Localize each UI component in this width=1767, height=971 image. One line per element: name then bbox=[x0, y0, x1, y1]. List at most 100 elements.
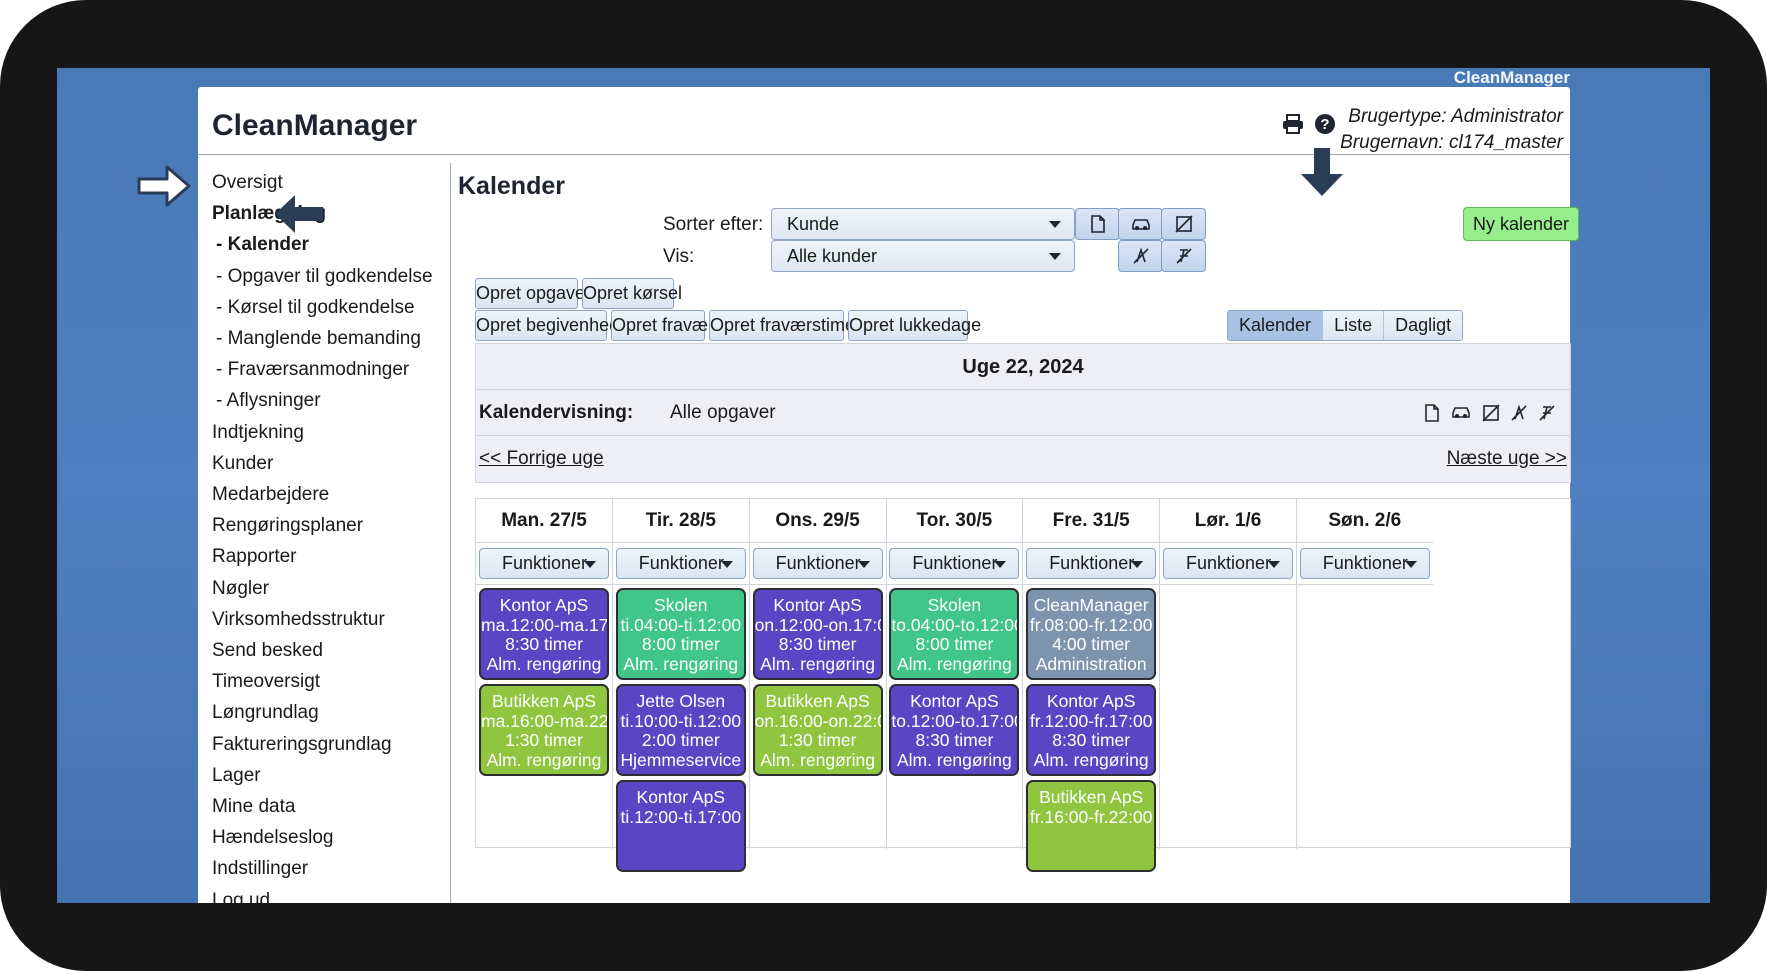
sidebar-item-21[interactable]: Hændelseslog bbox=[212, 822, 448, 853]
event-line: fr.16:00-fr.22:00 bbox=[1029, 806, 1153, 827]
printer-icon[interactable] bbox=[1281, 112, 1305, 136]
functions-dropdown[interactable]: Funktioner bbox=[1163, 548, 1293, 579]
chevron-down-icon bbox=[1131, 561, 1144, 568]
functions-dropdown[interactable]: Funktioner bbox=[752, 548, 883, 579]
sort-select-value: Kunde bbox=[787, 214, 840, 234]
page-title: Kalender bbox=[458, 172, 565, 200]
view-select[interactable]: Alle kunder bbox=[771, 240, 1075, 272]
create-absence-button[interactable]: Opret fravær bbox=[611, 310, 714, 341]
functions-dropdown[interactable]: Funktioner bbox=[479, 548, 609, 579]
sidebar-item-1[interactable]: Planlægning bbox=[212, 198, 448, 229]
sidebar-item-19[interactable]: Lager bbox=[212, 760, 448, 791]
calendar-event[interactable]: Butikken ApS on.16:00-on.22:00 1:30 timer A… bbox=[752, 684, 883, 776]
functions-label: Funktioner bbox=[1322, 553, 1408, 573]
functions-dropdown[interactable]: Funktioner bbox=[615, 548, 746, 579]
sidebar-item-18[interactable]: Faktureringsgrundlag bbox=[212, 729, 448, 760]
day-column: Tir. 28/5 Funktioner Skolen ti.04:00-ti.12:… bbox=[612, 499, 750, 872]
sidebar-item-2[interactable]: - Kalender bbox=[212, 229, 448, 260]
absence-icon[interactable] bbox=[1482, 404, 1500, 422]
car-icon[interactable] bbox=[1450, 404, 1472, 420]
event-line: ma.16:00-ma.22:00 bbox=[481, 710, 609, 731]
event-line: Alm. rengøring bbox=[760, 749, 875, 770]
day-header: Ons. 29/5 bbox=[749, 499, 886, 543]
event-line: fr.08:00-fr.12:00 bbox=[1029, 614, 1153, 635]
filter-driving-button[interactable] bbox=[1118, 208, 1163, 240]
sidebar-item-4[interactable]: - Kørsel til godkendelse bbox=[212, 292, 448, 323]
sidebar-item-23[interactable]: Log ud bbox=[212, 885, 448, 903]
sidebar-item-11[interactable]: Rengøringsplaner bbox=[212, 510, 448, 541]
event-line: ti.12:00-ti.17:00 bbox=[620, 806, 742, 827]
event-line: to.04:00-to.12:00 bbox=[891, 614, 1020, 635]
hours-off-icon[interactable] bbox=[1538, 404, 1556, 422]
new-calendar-button[interactable]: Ny kalender bbox=[1463, 207, 1579, 241]
event-line: 2:00 timer bbox=[641, 730, 720, 750]
closed-icon[interactable] bbox=[1510, 404, 1528, 422]
create-event-button[interactable]: Opret begivenhed bbox=[475, 310, 619, 341]
arrow-right-icon bbox=[137, 165, 191, 207]
sidebar-item-3[interactable]: - Opgaver til godkendelse bbox=[212, 261, 448, 292]
sidebar-item-9[interactable]: Kunder bbox=[212, 448, 448, 479]
view-tabs: Kalender Liste Dagligt bbox=[1227, 310, 1464, 341]
event-line: Administration bbox=[1035, 653, 1147, 674]
calendar-event[interactable]: Kontor ApS ti.12:00-ti.17:00 bbox=[615, 780, 746, 872]
day-header: Fre. 31/5 bbox=[1023, 499, 1160, 543]
create-task-button[interactable]: Opret opgave bbox=[475, 278, 585, 309]
sidebar-item-5[interactable]: - Manglende bemanding bbox=[212, 323, 448, 354]
functions-dropdown[interactable]: Funktioner bbox=[889, 548, 1020, 579]
sidebar-item-8[interactable]: Indtjekning bbox=[212, 417, 448, 448]
tab-kalender[interactable]: Kalender bbox=[1228, 311, 1324, 340]
calendar-event[interactable]: Jette Olsen ti.10:00-ti.12:00 2:00 timer Hj… bbox=[615, 684, 746, 776]
filter-closed-days-button[interactable] bbox=[1118, 240, 1163, 272]
day-column: Søn. 2/6 Funktioner bbox=[1296, 499, 1433, 849]
sidebar-item-6[interactable]: - Fraværsanmodninger bbox=[212, 354, 448, 385]
functions-dropdown[interactable]: Funktioner bbox=[1026, 548, 1157, 579]
document-icon[interactable] bbox=[1424, 404, 1440, 422]
week-title-row: Uge 22, 2024 bbox=[476, 344, 1570, 390]
calendar-event[interactable]: Butikken ApS fr.16:00-fr.22:00 bbox=[1026, 780, 1157, 872]
calendar-event[interactable]: Skolen ti.04:00-ti.12:00 8:00 timer Alm. re… bbox=[615, 588, 746, 680]
create-driving-button[interactable]: Opret kørsel bbox=[582, 278, 682, 309]
sidebar-item-16[interactable]: Timeoversigt bbox=[212, 666, 448, 697]
view-select-value: Alle kunder bbox=[787, 246, 878, 266]
calendar-event[interactable]: Kontor ApS on.12:00-on.17:00 8:30 timer Alm… bbox=[752, 588, 883, 680]
calendar-event[interactable]: Kontor ApSma.12:00-ma.17:008:30 timerAlm… bbox=[479, 588, 609, 680]
create-absence-hours-button[interactable]: Opret fraværstimer bbox=[709, 310, 861, 341]
sidebar-item-12[interactable]: Rapporter bbox=[212, 541, 448, 572]
calendar-event[interactable]: Kontor ApS to.12:00-to.17:00 8:30 timer Alm… bbox=[889, 684, 1020, 776]
week-calendar-grid: Man. 27/5 Funktioner Kontor ApS ma.12:00-ma… bbox=[475, 498, 1571, 872]
filter-tasks-button[interactable] bbox=[1075, 208, 1120, 240]
calendar-event[interactable]: Kontor ApS fr.12:00-fr.17:00 8:30 timer Alm… bbox=[1026, 684, 1157, 776]
prev-week-link[interactable]: << Forrige uge bbox=[479, 448, 604, 470]
create-closed-days-button[interactable]: Opret lukkedage bbox=[848, 310, 981, 341]
sidebar-item-0[interactable]: Oversigt bbox=[212, 167, 448, 198]
day-functions-cell: Funktioner bbox=[1296, 543, 1433, 585]
filter-absence-button[interactable] bbox=[1161, 208, 1206, 240]
filter-absence-hours-button[interactable] bbox=[1161, 240, 1206, 272]
tab-dagligt[interactable]: Dagligt bbox=[1384, 311, 1463, 340]
help-icon[interactable]: ? bbox=[1313, 112, 1337, 136]
sidebar-item-17[interactable]: Løngrundlag bbox=[212, 697, 448, 728]
sidebar-item-10[interactable]: Medarbejdere bbox=[212, 479, 448, 510]
functions-dropdown[interactable]: Funktioner bbox=[1299, 548, 1430, 579]
user-type: Brugertype: Administrator bbox=[1348, 106, 1563, 127]
event-line: Alm. rengøring bbox=[486, 749, 602, 770]
sidebar-item-22[interactable]: Indstillinger bbox=[212, 853, 448, 884]
sidebar-item-13[interactable]: Nøgler bbox=[212, 573, 448, 604]
next-week-link[interactable]: Næste uge >> bbox=[1447, 448, 1567, 470]
event-line: Kontor ApS bbox=[910, 691, 999, 711]
sort-select[interactable]: Kunde bbox=[771, 208, 1075, 240]
day-column: Ons. 29/5 Funktioner Kontor ApS on.12:00-on… bbox=[749, 499, 887, 849]
sidebar-item-20[interactable]: Mine data bbox=[212, 791, 448, 822]
calendar-event[interactable]: CleanManager fr.08:00-fr.12:00 4:00 timer A… bbox=[1026, 588, 1157, 680]
window-brand-label: CleanManager bbox=[1453, 68, 1570, 87]
tab-liste[interactable]: Liste bbox=[1323, 311, 1385, 340]
day-header: Søn. 2/6 bbox=[1296, 499, 1433, 543]
sidebar-item-14[interactable]: Virksomhedsstruktur bbox=[212, 604, 448, 635]
functions-label: Funktioner bbox=[502, 553, 588, 573]
calendar-event[interactable]: Skolen to.04:00-to.12:00 8:00 timer Alm. re… bbox=[889, 588, 1020, 680]
event-line: Kontor ApS bbox=[499, 595, 589, 615]
event-line: Alm. rengøring bbox=[1033, 749, 1149, 770]
sidebar-item-7[interactable]: - Aflysninger bbox=[212, 385, 448, 416]
sidebar-item-15[interactable]: Send besked bbox=[212, 635, 448, 666]
calendar-event[interactable]: Butikken ApSma.16:00-ma.22:001:30 timerA… bbox=[479, 684, 609, 776]
